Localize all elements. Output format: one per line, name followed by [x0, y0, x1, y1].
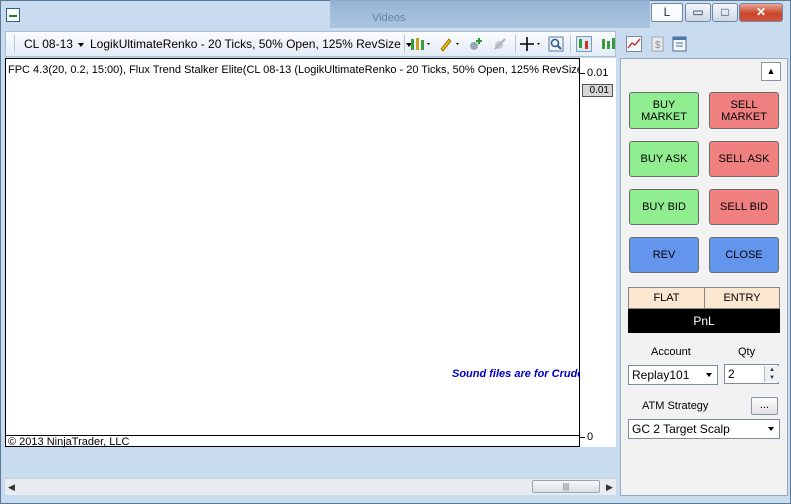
entry-price: ENTRY	[704, 287, 780, 309]
axis-tick	[580, 73, 585, 74]
account-select[interactable]: Replay101	[628, 365, 718, 385]
app-icon	[6, 8, 20, 22]
buy-bid-button[interactable]: BUY BID	[629, 189, 699, 225]
scroll-right-icon[interactable]: ▶	[606, 482, 613, 493]
minimize-button[interactable]: ▭	[685, 3, 711, 22]
axis-zero-label: 0	[587, 431, 594, 443]
price-marker: 0.01	[582, 84, 613, 97]
link-button[interactable]: L	[651, 3, 683, 22]
qty-label: Qty	[738, 346, 756, 358]
properties-icon[interactable]	[672, 36, 688, 52]
chevron-down-icon	[706, 373, 712, 377]
copyright-label: © 2013 NinjaTrader, LLC	[8, 436, 130, 448]
chevron-down-icon	[768, 427, 774, 431]
period-selector[interactable]: LogikUltimateRenko - 20 Ticks, 50% Open,…	[90, 37, 412, 51]
instrument-selector[interactable]: CL 08-13	[24, 37, 84, 51]
sell-market-button[interactable]: SELL MARKET	[709, 92, 779, 129]
close-position-button[interactable]: CLOSE	[709, 237, 779, 273]
sell-ask-button[interactable]: SELL ASK	[709, 141, 779, 177]
atm-strategy-value: GC 2 Target Scalp	[632, 422, 730, 436]
position-status: FLAT	[628, 287, 705, 309]
pnl-display: PnL	[628, 309, 780, 333]
horizontal-scrollbar[interactable]	[5, 478, 616, 495]
scroll-thumb[interactable]: |||	[532, 480, 600, 493]
close-button[interactable]: ✕	[739, 3, 783, 22]
instrument-label: CL 08-13	[24, 37, 73, 51]
chart-panel[interactable]	[5, 58, 580, 447]
background-window-text: Videos	[372, 12, 406, 24]
atm-strategy-select[interactable]: GC 2 Target Scalp	[628, 419, 780, 439]
sell-bid-button[interactable]: SELL BID	[709, 189, 779, 225]
toolbar-separator	[570, 35, 571, 53]
atm-strategy-browse-button[interactable]: ...	[751, 397, 778, 415]
collapse-button[interactable]: ▲	[761, 62, 781, 81]
bar-chart-icon[interactable]	[600, 36, 616, 52]
zoom-icon[interactable]	[548, 36, 564, 52]
account-label: Account	[651, 346, 691, 358]
atm-strategy-label: ATM Strategy	[642, 400, 709, 412]
axis-top-label: 0.01	[587, 67, 609, 79]
sound-files-note: Sound files are for Crude	[452, 368, 584, 380]
add-indicator-icon[interactable]	[468, 36, 484, 52]
chart-style-icon[interactable]	[410, 36, 430, 52]
dollar-icon[interactable]: $	[650, 36, 666, 52]
toolbar-separator	[404, 35, 405, 53]
indicator-label: FPC 4.3(20, 0.2, 15:00), Flux Trend Stal…	[8, 64, 580, 76]
qty-up-icon[interactable]: ▲	[764, 366, 779, 374]
period-label: LogikUltimateRenko - 20 Ticks, 50% Open,…	[90, 37, 401, 51]
account-value: Replay101	[632, 368, 690, 382]
maximize-button[interactable]: □	[712, 3, 738, 22]
crosshair-icon[interactable]	[520, 36, 540, 52]
remove-indicator-icon[interactable]	[492, 36, 508, 52]
drawing-tool-icon[interactable]	[438, 36, 459, 52]
price-axis[interactable]	[580, 58, 616, 447]
scroll-left-icon[interactable]: ◀	[8, 482, 15, 493]
line-chart-icon[interactable]	[626, 36, 642, 52]
toolbar-separator	[515, 35, 516, 53]
chart-trader-icon[interactable]	[576, 36, 592, 52]
svg-text:$: $	[655, 40, 661, 51]
axis-tick	[580, 437, 585, 438]
toolbar-grip	[14, 35, 15, 53]
buy-market-button[interactable]: BUY MARKET	[629, 92, 699, 129]
buy-ask-button[interactable]: BUY ASK	[629, 141, 699, 177]
chevron-down-icon	[77, 42, 84, 47]
reverse-button[interactable]: REV	[629, 237, 699, 273]
qty-down-icon[interactable]: ▼	[764, 374, 779, 382]
